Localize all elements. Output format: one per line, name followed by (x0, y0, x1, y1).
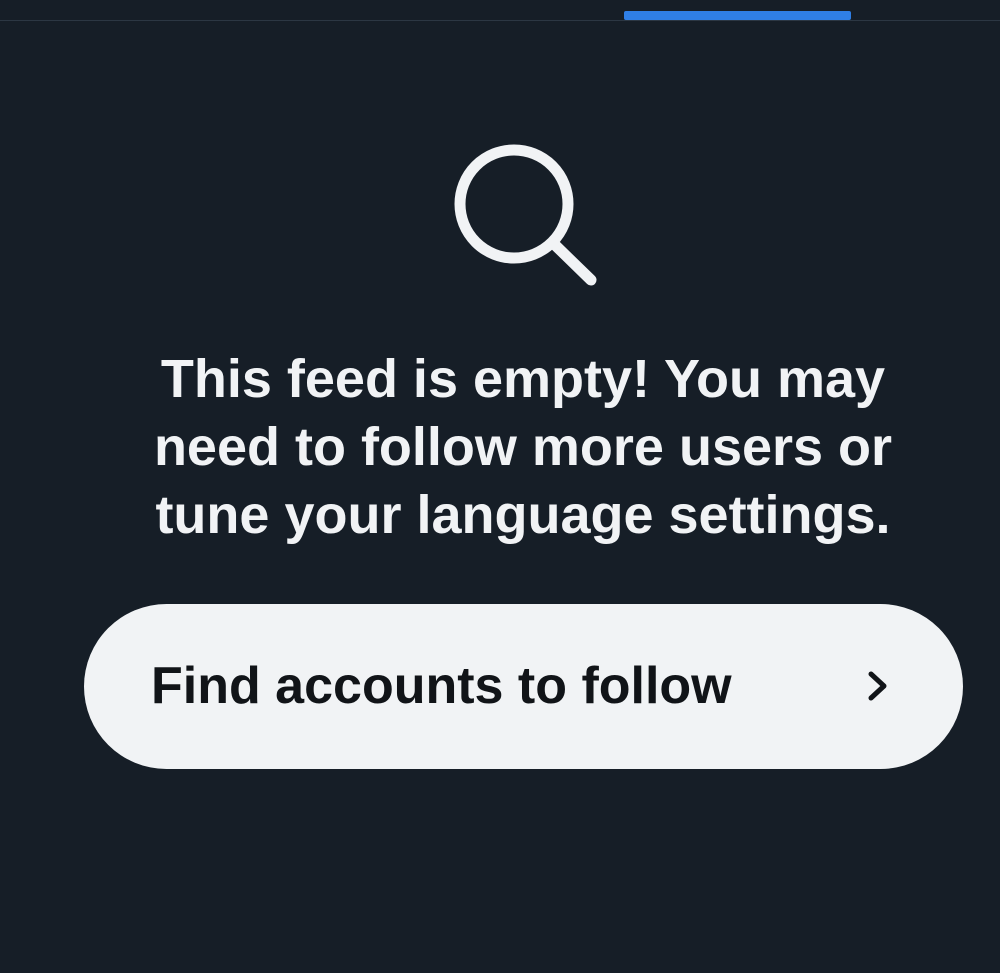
empty-feed-message: This feed is empty! You may need to foll… (153, 349, 893, 545)
feed-tab-bar (0, 0, 1000, 21)
active-tab-indicator (624, 11, 851, 20)
chevron-right-icon (868, 671, 887, 701)
find-accounts-button[interactable]: Find accounts to follow (84, 604, 963, 769)
search-icon (454, 144, 597, 286)
find-accounts-button-label: Find accounts to follow (151, 657, 732, 715)
